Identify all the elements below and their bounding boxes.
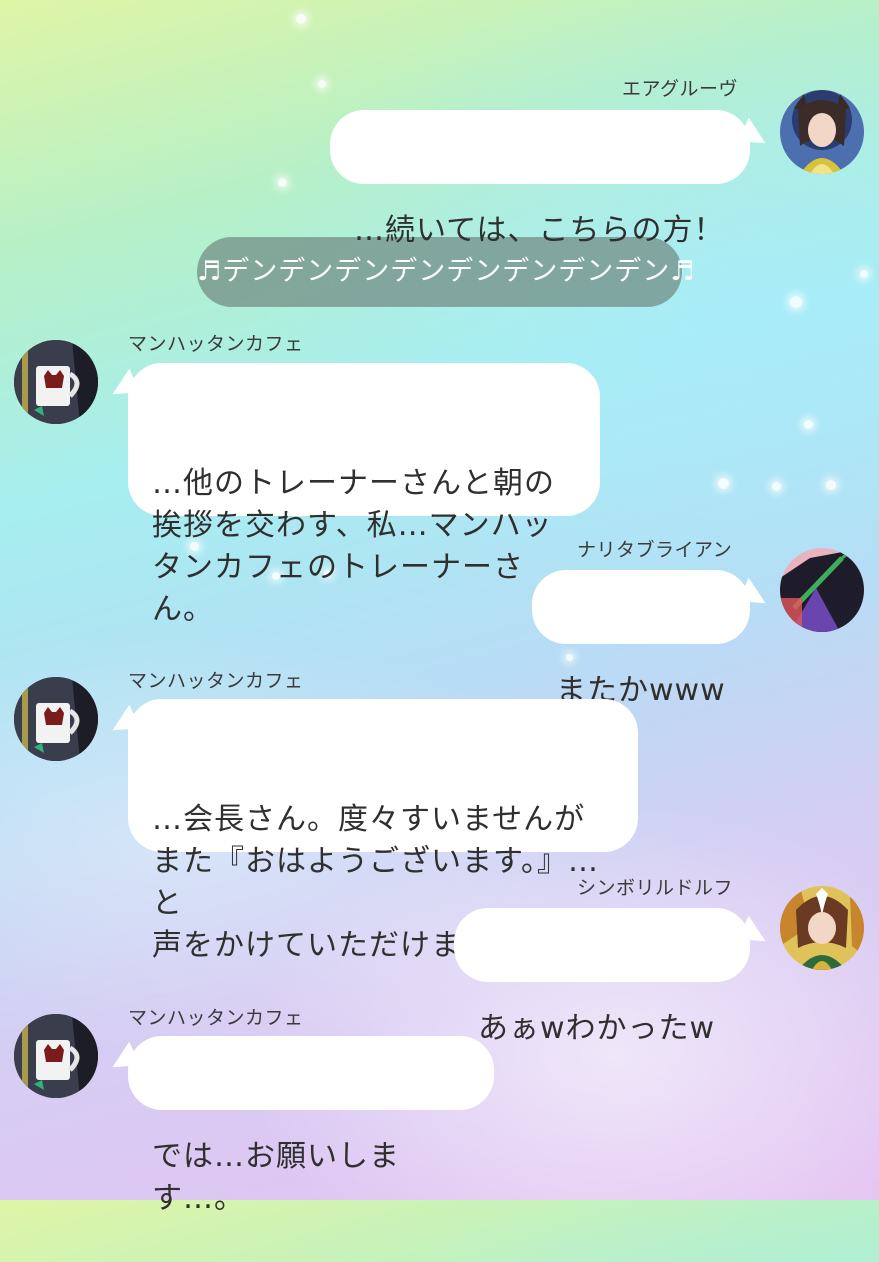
bubble-tail	[737, 117, 773, 153]
message-bubble: …会長さん。度々すいませんが また『おはようございます。』…と 声をかけていただ…	[105, 699, 638, 963]
symboli-rudolf-avatar-icon[interactable]	[780, 886, 864, 970]
sparkle-decoration	[296, 14, 306, 24]
bubble-tail	[105, 368, 141, 404]
sparkle-decoration	[772, 482, 781, 491]
bubble-tail	[737, 577, 773, 613]
message-bubble: …続いては、こちらの方！	[330, 110, 773, 248]
message-bubble: あぁwわかったw	[454, 908, 773, 1046]
manhattan-cafe-mug-avatar-icon[interactable]	[14, 1014, 98, 1098]
sparkle-decoration	[278, 178, 287, 187]
message-text: …続いては、こちらの方！	[354, 213, 725, 248]
sender-name: シンボリルドルフ	[577, 877, 734, 899]
narita-brian-avatar-icon[interactable]	[780, 548, 864, 632]
sender-name: マンハッタンカフェ	[128, 1007, 304, 1029]
sender-name: エアグルーヴ	[622, 78, 739, 100]
sparkle-decoration	[718, 478, 729, 489]
sparkle-decoration	[826, 480, 836, 490]
bubble-tail	[737, 915, 773, 951]
sparkle-decoration	[318, 80, 326, 88]
message-bubble: …他のトレーナーさんと朝の 挨拶を交わす、私…マンハッ タンカフェのトレーナーさ…	[105, 363, 600, 627]
manhattan-cafe-mug-avatar-icon[interactable]	[14, 677, 98, 761]
manhattan-cafe-mug-avatar-icon[interactable]	[14, 340, 98, 424]
message-text: では…お願いします…。	[152, 1139, 400, 1216]
bubble-tail	[105, 704, 141, 740]
sparkle-decoration	[790, 296, 802, 308]
sparkle-decoration	[804, 420, 813, 429]
message-bubble: では…お願いします…。	[105, 1036, 494, 1216]
air-groove-avatar-icon[interactable]	[780, 90, 864, 174]
message-text: …他のトレーナーさんと朝の 挨拶を交わす、私…マンハッ タンカフェのトレーナーさ…	[152, 466, 555, 627]
bubble-tail	[105, 1041, 141, 1077]
sender-name: マンハッタンカフェ	[128, 670, 304, 692]
sender-name: マンハッタンカフェ	[128, 333, 304, 355]
sender-name: ナリタブライアン	[577, 539, 733, 561]
sparkle-decoration	[860, 270, 868, 278]
message-text: あぁwわかったw	[478, 1011, 716, 1046]
message-bubble: またかwww	[532, 570, 773, 708]
